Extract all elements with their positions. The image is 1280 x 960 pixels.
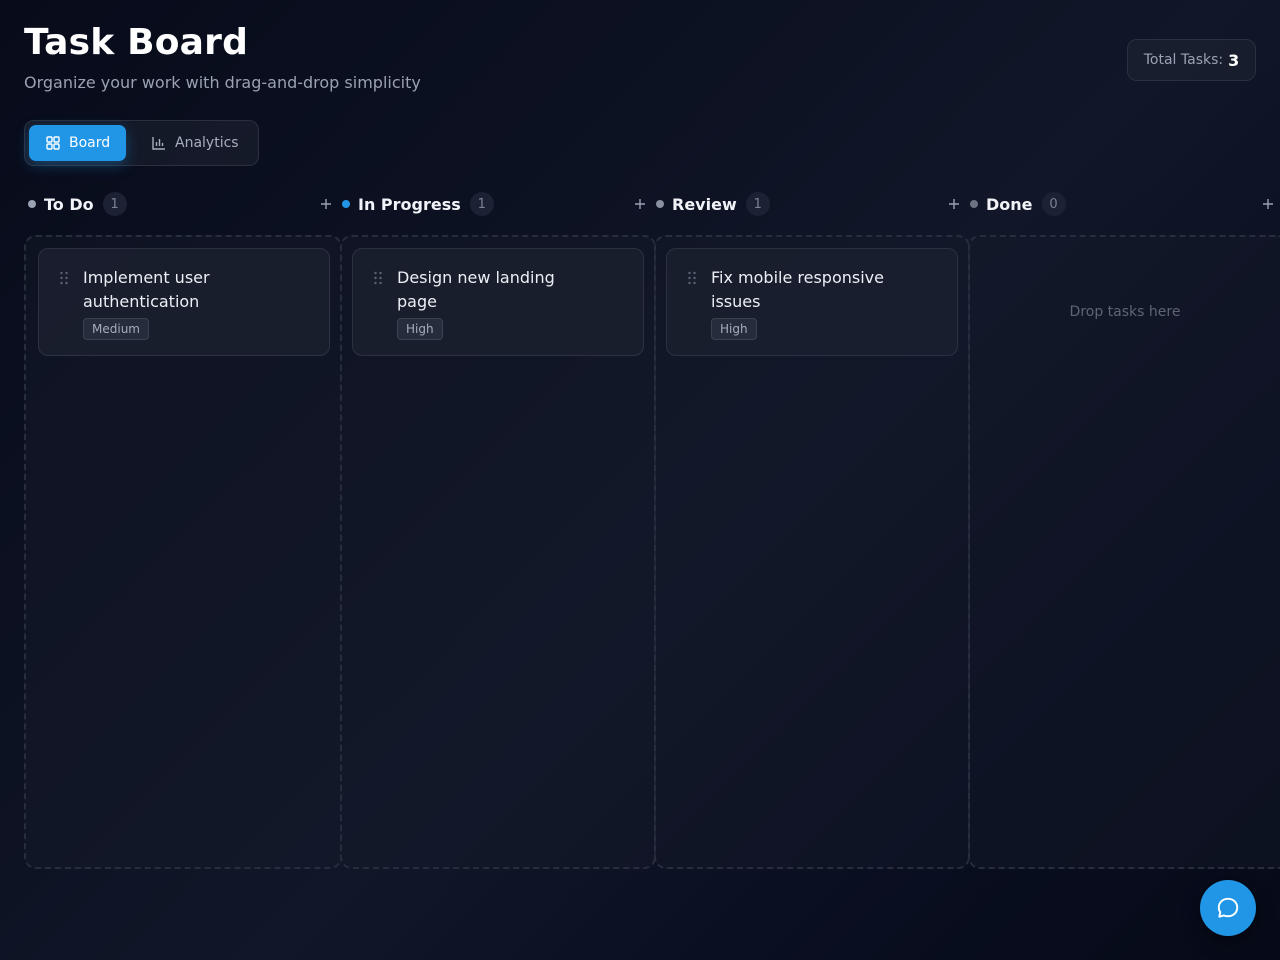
add-task-todo-button[interactable] bbox=[316, 194, 336, 214]
column-title: Review bbox=[672, 194, 737, 214]
column-title: To Do bbox=[44, 194, 94, 214]
total-tasks-label: Total Tasks: bbox=[1143, 52, 1224, 68]
total-tasks-badge: Total Tasks: 3 bbox=[1127, 39, 1256, 81]
plus-icon bbox=[635, 199, 645, 209]
column-title: Done bbox=[986, 194, 1033, 214]
total-tasks-count: 3 bbox=[1228, 50, 1240, 70]
task-card[interactable]: Design new landing page High bbox=[352, 248, 644, 356]
column-status-dot bbox=[342, 200, 350, 208]
add-task-done-button[interactable] bbox=[1258, 194, 1278, 214]
column-header-done: Done 0 bbox=[970, 191, 1066, 217]
bar-chart-icon bbox=[151, 135, 167, 151]
analytics-view-label: Analytics bbox=[175, 135, 239, 151]
task-title: Design new landing page bbox=[397, 268, 555, 311]
chat-button[interactable] bbox=[1200, 880, 1256, 936]
task-title: Implement user authentication bbox=[83, 268, 210, 311]
drag-handle-icon[interactable] bbox=[687, 271, 697, 285]
column-title: In Progress bbox=[358, 194, 461, 214]
column-header-todo: To Do 1 bbox=[28, 191, 127, 217]
analytics-view-button[interactable]: Analytics bbox=[149, 125, 255, 161]
board-view-label: Board bbox=[69, 135, 111, 151]
add-task-review-button[interactable] bbox=[944, 194, 964, 214]
view-switcher: Board Analytics bbox=[24, 120, 259, 166]
drop-tasks-hint: Drop tasks here bbox=[1069, 304, 1181, 320]
grid-icon bbox=[45, 135, 61, 151]
column-count-badge: 1 bbox=[745, 192, 770, 216]
plus-icon bbox=[1263, 199, 1273, 209]
column-status-dot bbox=[970, 200, 978, 208]
add-task-in-progress-button[interactable] bbox=[630, 194, 650, 214]
page-subtitle: Organize your work with drag-and-drop si… bbox=[24, 73, 421, 92]
plus-icon bbox=[321, 199, 331, 209]
priority-badge: High bbox=[711, 318, 757, 340]
drop-zone-done[interactable] bbox=[968, 235, 1280, 869]
plus-icon bbox=[949, 199, 959, 209]
column-count-badge: 1 bbox=[102, 192, 127, 216]
task-title: Fix mobile responsive issues bbox=[711, 268, 884, 311]
column-status-dot bbox=[28, 200, 36, 208]
column-count-badge: 0 bbox=[1041, 192, 1066, 216]
board-view-button[interactable]: Board bbox=[29, 125, 126, 161]
drag-handle-icon[interactable] bbox=[59, 271, 69, 285]
column-header-review: Review 1 bbox=[656, 191, 770, 217]
column-count-badge: 1 bbox=[469, 192, 494, 216]
drag-handle-icon[interactable] bbox=[373, 271, 383, 285]
page-title: Task Board bbox=[24, 22, 249, 63]
chat-bubble-icon bbox=[1217, 897, 1239, 918]
priority-badge: Medium bbox=[83, 318, 149, 340]
priority-badge: High bbox=[397, 318, 443, 340]
task-card[interactable]: Fix mobile responsive issues High bbox=[666, 248, 958, 356]
column-header-in-progress: In Progress 1 bbox=[342, 191, 494, 217]
task-card[interactable]: Implement user authentication Medium bbox=[38, 248, 330, 356]
column-status-dot bbox=[656, 200, 664, 208]
